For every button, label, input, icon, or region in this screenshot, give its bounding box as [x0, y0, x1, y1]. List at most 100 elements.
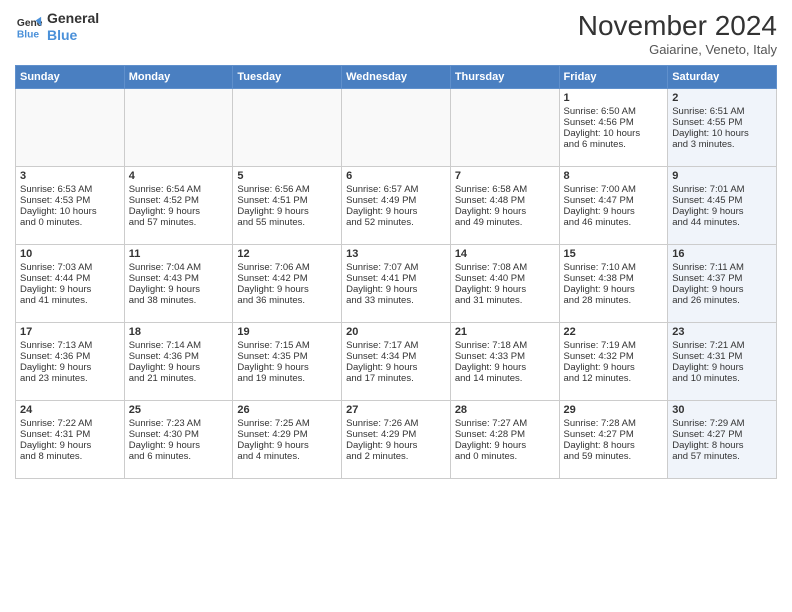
day-info: Sunset: 4:49 PM	[346, 195, 446, 206]
day-info: Sunset: 4:30 PM	[129, 429, 229, 440]
day-info: Sunset: 4:47 PM	[564, 195, 664, 206]
col-header-tuesday: Tuesday	[233, 66, 342, 89]
day-info: and 19 minutes.	[237, 373, 337, 384]
day-info: Sunrise: 7:08 AM	[455, 262, 555, 273]
day-info: Daylight: 9 hours	[129, 362, 229, 373]
day-info: Sunset: 4:32 PM	[564, 351, 664, 362]
day-info: Daylight: 9 hours	[564, 284, 664, 295]
cal-cell: 28 Sunrise: 7:27 AMSunset: 4:28 PMDayligh…	[450, 401, 559, 479]
day-info: Sunset: 4:43 PM	[129, 273, 229, 284]
day-info: Sunrise: 6:58 AM	[455, 184, 555, 195]
day-info: Sunset: 4:42 PM	[237, 273, 337, 284]
day-number: 9	[672, 170, 772, 182]
cal-cell: 6Sunrise: 6:57 AMSunset: 4:49 PMDaylight…	[342, 167, 451, 245]
day-number: 23	[672, 326, 772, 338]
day-info: and 6 minutes.	[129, 451, 229, 462]
day-info: Daylight: 9 hours	[346, 206, 446, 217]
day-info: and 10 minutes.	[672, 373, 772, 384]
day-info: and 57 minutes.	[672, 451, 772, 462]
day-info: Daylight: 9 hours	[346, 362, 446, 373]
day-info: Sunrise: 7:22 AM	[20, 418, 120, 429]
day-info: and 0 minutes.	[20, 217, 120, 228]
day-info: Sunrise: 7:29 AM	[672, 418, 772, 429]
header: General Blue General Blue November 2024 …	[15, 10, 777, 57]
cal-cell: 10Sunrise: 7:03 AMSunset: 4:44 PMDayligh…	[16, 245, 125, 323]
cal-cell: 18 Sunrise: 7:14 AMSunset: 4:36 PMDayligh…	[124, 323, 233, 401]
week-row-1: 3Sunrise: 6:53 AMSunset: 4:53 PMDaylight…	[16, 167, 777, 245]
day-number: 22	[564, 326, 664, 338]
day-info: Sunrise: 7:07 AM	[346, 262, 446, 273]
day-number: 28	[455, 404, 555, 416]
day-number: 17	[20, 326, 120, 338]
day-info: and 0 minutes.	[455, 451, 555, 462]
week-row-2: 10Sunrise: 7:03 AMSunset: 4:44 PMDayligh…	[16, 245, 777, 323]
day-info: Sunrise: 7:10 AM	[564, 262, 664, 273]
day-info: Sunset: 4:34 PM	[346, 351, 446, 362]
day-info: Sunrise: 7:15 AM	[237, 340, 337, 351]
day-info: Sunset: 4:36 PM	[129, 351, 229, 362]
day-number: 3	[20, 170, 120, 182]
day-info: Daylight: 9 hours	[237, 284, 337, 295]
day-info: Daylight: 9 hours	[455, 206, 555, 217]
day-number: 13	[346, 248, 446, 260]
day-info: Sunset: 4:28 PM	[455, 429, 555, 440]
day-info: Sunrise: 7:14 AM	[129, 340, 229, 351]
day-info: Sunrise: 7:17 AM	[346, 340, 446, 351]
day-number: 20	[346, 326, 446, 338]
title-block: November 2024 Gaiarine, Veneto, Italy	[578, 10, 777, 57]
cal-cell: 16Sunrise: 7:11 AMSunset: 4:37 PMDayligh…	[668, 245, 777, 323]
day-number: 5	[237, 170, 337, 182]
day-info: Sunrise: 7:19 AM	[564, 340, 664, 351]
day-info: Sunrise: 7:26 AM	[346, 418, 446, 429]
col-header-wednesday: Wednesday	[342, 66, 451, 89]
day-number: 18	[129, 326, 229, 338]
day-number: 19	[237, 326, 337, 338]
day-info: Sunrise: 7:21 AM	[672, 340, 772, 351]
page-container: General Blue General Blue November 2024 …	[0, 0, 792, 489]
day-info: Daylight: 9 hours	[237, 362, 337, 373]
day-info: Sunset: 4:33 PM	[455, 351, 555, 362]
day-info: Sunrise: 7:23 AM	[129, 418, 229, 429]
day-info: and 57 minutes.	[129, 217, 229, 228]
col-header-thursday: Thursday	[450, 66, 559, 89]
day-info: Sunrise: 6:54 AM	[129, 184, 229, 195]
day-info: Sunset: 4:52 PM	[129, 195, 229, 206]
day-number: 27	[346, 404, 446, 416]
day-number: 16	[672, 248, 772, 260]
day-info: Sunset: 4:37 PM	[672, 273, 772, 284]
month-title: November 2024	[578, 10, 777, 42]
day-info: Sunrise: 7:27 AM	[455, 418, 555, 429]
day-info: Daylight: 9 hours	[455, 440, 555, 451]
day-info: Sunset: 4:51 PM	[237, 195, 337, 206]
cal-cell: 12Sunrise: 7:06 AMSunset: 4:42 PMDayligh…	[233, 245, 342, 323]
day-info: Daylight: 9 hours	[455, 362, 555, 373]
day-number: 14	[455, 248, 555, 260]
day-info: and 28 minutes.	[564, 295, 664, 306]
col-header-friday: Friday	[559, 66, 668, 89]
day-info: Daylight: 9 hours	[672, 362, 772, 373]
day-info: and 4 minutes.	[237, 451, 337, 462]
day-info: Sunset: 4:36 PM	[20, 351, 120, 362]
cal-cell: 24Sunrise: 7:22 AMSunset: 4:31 PMDayligh…	[16, 401, 125, 479]
day-info: Sunrise: 7:13 AM	[20, 340, 120, 351]
subtitle: Gaiarine, Veneto, Italy	[578, 42, 777, 57]
day-number: 21	[455, 326, 555, 338]
cal-cell: 20 Sunrise: 7:17 AMSunset: 4:34 PMDayligh…	[342, 323, 451, 401]
cal-cell: 13Sunrise: 7:07 AMSunset: 4:41 PMDayligh…	[342, 245, 451, 323]
day-info: Daylight: 9 hours	[672, 284, 772, 295]
day-number: 24	[20, 404, 120, 416]
day-info: Sunset: 4:29 PM	[346, 429, 446, 440]
day-info: Daylight: 9 hours	[20, 362, 120, 373]
day-info: Daylight: 9 hours	[346, 440, 446, 451]
cal-cell: 25Sunrise: 7:23 AMSunset: 4:30 PMDayligh…	[124, 401, 233, 479]
day-info: and 44 minutes.	[672, 217, 772, 228]
day-info: Sunset: 4:48 PM	[455, 195, 555, 206]
cal-cell: 5Sunrise: 6:56 AMSunset: 4:51 PMDaylight…	[233, 167, 342, 245]
day-info: Sunset: 4:55 PM	[672, 117, 772, 128]
day-info: Sunset: 4:27 PM	[564, 429, 664, 440]
cal-cell: 7Sunrise: 6:58 AMSunset: 4:48 PMDaylight…	[450, 167, 559, 245]
day-info: Sunrise: 7:06 AM	[237, 262, 337, 273]
cal-cell: 17 Sunrise: 7:13 AMSunset: 4:36 PMDayligh…	[16, 323, 125, 401]
cal-cell: 1Sunrise: 6:50 AMSunset: 4:56 PMDaylight…	[559, 89, 668, 167]
day-number: 25	[129, 404, 229, 416]
